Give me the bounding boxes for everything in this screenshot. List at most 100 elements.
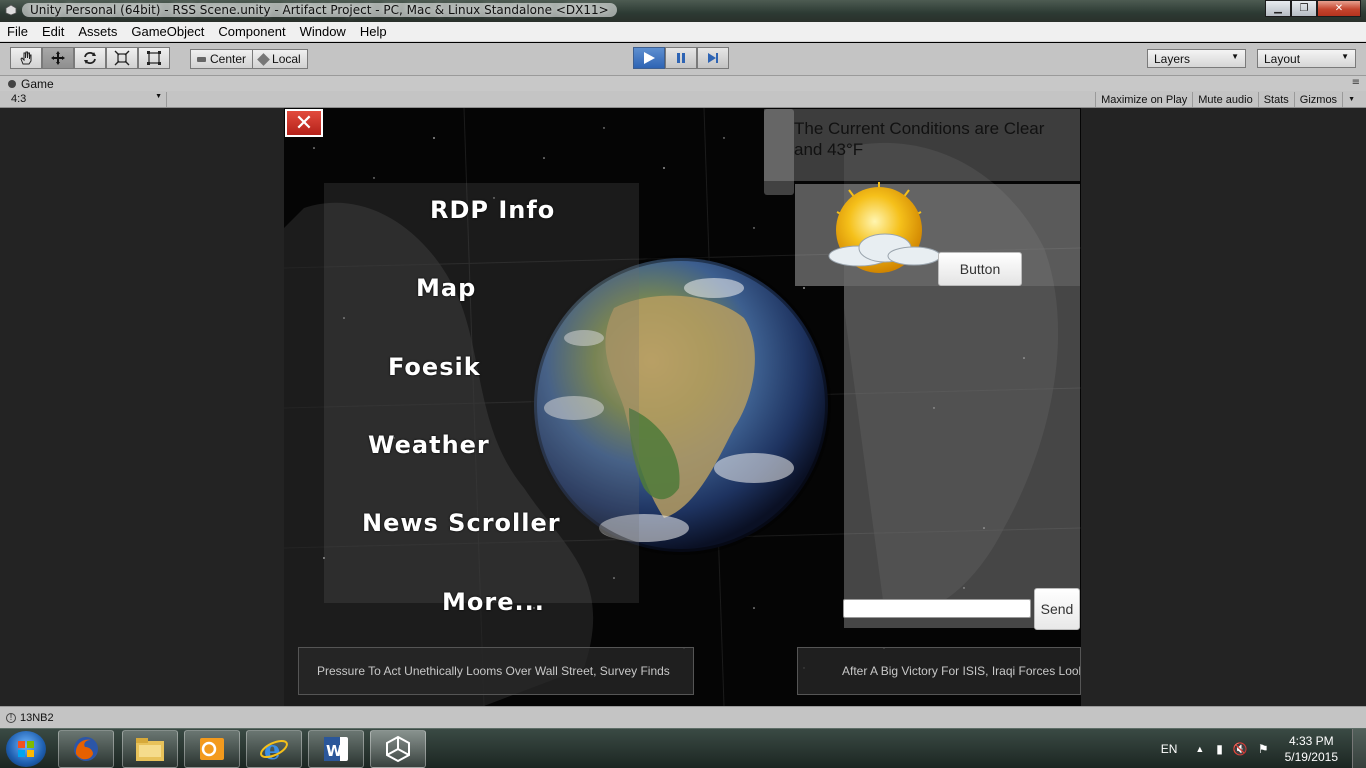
game-view-toolbar: 4:3 ▼ Maximize on Play Mute audio Stats … [0, 91, 1366, 108]
move-icon [51, 51, 65, 65]
pivot-center-button[interactable]: Center [191, 50, 253, 68]
hand-icon [20, 51, 32, 65]
tab-game[interactable]: Game [4, 76, 54, 91]
menu-rdp-info[interactable]: RDP Info [430, 196, 555, 224]
pivot-local-button[interactable]: Local [252, 50, 307, 68]
menu-news-scroller[interactable]: News Scroller [362, 509, 561, 537]
file-explorer-icon [136, 738, 164, 761]
tab-game-label: Game [21, 76, 54, 91]
system-tray: EN ▲ ▮ 🔇 ⚑ 4:33 PM 5/19/2015 [1161, 729, 1366, 768]
aspect-dropdown[interactable]: 4:3 ▼ [5, 92, 167, 107]
news-ticker-item: After A Big Victory For ISIS, Iraqi Forc… [797, 647, 1081, 695]
menu-gameobject[interactable]: GameObject [124, 24, 211, 39]
status-bar: ! 13NB2 [0, 706, 1366, 728]
weather-scroll-handle[interactable] [764, 109, 794, 195]
weather-conditions-text: The Current Conditions are Clear and 43°… [794, 119, 1045, 159]
layout-dropdown[interactable]: Layout ▼ [1257, 49, 1356, 68]
menu-edit[interactable]: Edit [35, 24, 71, 39]
transform-tools [10, 47, 170, 69]
svg-text:e: e [264, 736, 281, 764]
restore-icon: ❐ [1299, 3, 1309, 14]
menu-more[interactable]: More... [442, 588, 545, 616]
close-button[interactable]: ✕ [1317, 0, 1361, 17]
windows-logo-icon [18, 741, 34, 757]
chevron-down-icon[interactable]: ▼ [1342, 92, 1360, 107]
show-desktop-button[interactable] [1352, 729, 1366, 768]
main-menu-panel [324, 183, 639, 603]
menu-file[interactable]: File [0, 24, 35, 39]
outlook-icon [200, 738, 224, 760]
news-headline: Pressure To Act Unethically Looms Over W… [317, 664, 670, 678]
news-headline: After A Big Victory For ISIS, Iraqi Forc… [842, 664, 1081, 678]
unity-app-icon [5, 4, 17, 16]
send-button[interactable]: Send [1034, 588, 1080, 630]
menu-assets[interactable]: Assets [71, 24, 124, 39]
chevron-down-icon: ▼ [1341, 52, 1349, 61]
chat-input[interactable] [843, 599, 1031, 618]
chat-panel [844, 286, 1080, 628]
minimize-icon: ▁ [1274, 3, 1282, 14]
layers-dropdown[interactable]: Layers ▼ [1147, 49, 1246, 68]
move-tool-button[interactable] [42, 47, 74, 69]
minimize-button[interactable]: ▁ [1265, 0, 1291, 17]
toolbar: Center Local Layers ▼ Layout ▼ [0, 43, 1366, 76]
layout-label: Layout [1264, 52, 1301, 66]
network-icon[interactable]: ▮ [1216, 742, 1223, 756]
game-canvas: ✕ RDP Info Map Foesik Weather News Scrol… [284, 108, 1081, 706]
maximize-on-play-toggle[interactable]: Maximize on Play [1095, 92, 1192, 107]
pivot-center-label: Center [210, 52, 247, 66]
unity-icon [386, 735, 410, 763]
word-icon: W [324, 737, 348, 761]
show-hidden-icons-icon[interactable]: ▲ [1195, 744, 1204, 754]
rotate-tool-button[interactable] [74, 47, 106, 69]
hand-tool-button[interactable] [10, 47, 42, 69]
clock[interactable]: 4:33 PM 5/19/2015 [1285, 733, 1338, 765]
weather-button[interactable]: Button [938, 252, 1022, 286]
news-ticker-item: Pressure To Act Unethically Looms Over W… [298, 647, 694, 695]
taskbar-word[interactable]: W [308, 730, 364, 768]
gizmos-dropdown[interactable]: Gizmos [1293, 92, 1342, 107]
taskbar-outlook[interactable] [184, 730, 240, 768]
taskbar: e W EN ▲ ▮ 🔇 ⚑ 4:33 PM 5/19/2015 [0, 728, 1366, 768]
menu-foesik[interactable]: Foesik [388, 353, 481, 381]
language-indicator[interactable]: EN [1161, 742, 1178, 756]
playback-controls [633, 47, 729, 69]
screen: Unity Personal (64bit) - RSS Scene.unity… [0, 0, 1366, 768]
tab-menu-icon[interactable]: ≡ [1352, 77, 1360, 88]
step-button[interactable] [697, 47, 729, 69]
maximize-button[interactable]: ❐ [1291, 0, 1317, 17]
clock-date: 5/19/2015 [1284, 750, 1338, 764]
scale-tool-button[interactable] [106, 47, 138, 69]
menu-weather[interactable]: Weather [368, 431, 490, 459]
pivot-toggles: Center Local [190, 49, 308, 69]
taskbar-internet-explorer[interactable]: e [246, 730, 302, 768]
close-icon: ✕ [294, 110, 314, 136]
pause-button[interactable] [665, 47, 697, 69]
game-view-options: Maximize on Play Mute audio Stats Gizmos… [1095, 92, 1360, 107]
rect-tool-button[interactable] [138, 47, 170, 69]
scale-icon [114, 50, 130, 66]
windows-start-icon[interactable] [6, 731, 46, 767]
menu-component[interactable]: Component [211, 24, 292, 39]
menu-window[interactable]: Window [293, 24, 353, 39]
info-icon: ! [6, 712, 16, 723]
game-view: ✕ RDP Info Map Foesik Weather News Scrol… [0, 108, 1366, 706]
pivot-local-label: Local [272, 52, 301, 66]
chevron-down-icon: ▼ [1231, 52, 1239, 61]
menu-map[interactable]: Map [416, 274, 476, 302]
mute-audio-toggle[interactable]: Mute audio [1192, 92, 1257, 107]
status-text: 13NB2 [20, 711, 54, 724]
action-center-icon[interactable]: ⚑ [1258, 742, 1269, 756]
menu-help[interactable]: Help [353, 24, 394, 39]
play-button[interactable] [633, 47, 665, 69]
taskbar-unity[interactable] [370, 730, 426, 768]
internet-explorer-icon: e [260, 736, 288, 764]
close-icon: ✕ [1334, 3, 1344, 14]
game-close-button[interactable]: ✕ [285, 109, 323, 137]
rect-icon [147, 51, 161, 65]
window-title-bar[interactable]: Unity Personal (64bit) - RSS Scene.unity… [0, 0, 1366, 22]
taskbar-file-explorer[interactable] [122, 730, 178, 768]
stats-toggle[interactable]: Stats [1257, 92, 1294, 107]
volume-muted-icon[interactable]: 🔇 [1233, 742, 1248, 756]
taskbar-firefox[interactable] [58, 730, 114, 768]
